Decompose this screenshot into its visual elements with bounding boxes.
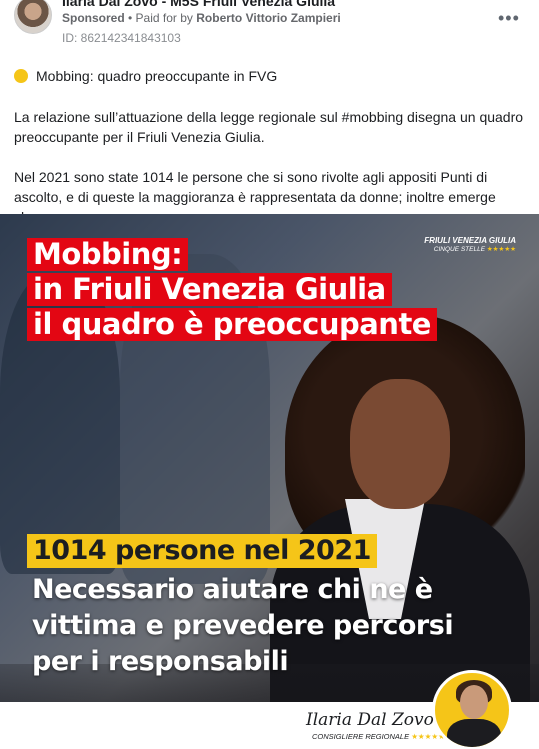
title-line-3: il quadro è preoccupante: [27, 308, 437, 341]
sponsored-label: Sponsored: [62, 11, 125, 25]
title-line-1: Mobbing:: [27, 238, 189, 271]
payer-name[interactable]: Roberto Vittorio Zampieri: [196, 11, 340, 25]
paid-for-prefix: Paid for by: [135, 11, 197, 25]
signature-role: CONSIGLIERE REGIONALE ★★★★★: [312, 732, 445, 741]
meta-separator: •: [124, 11, 136, 25]
creative-message: Necessario aiutare chi ne è vittima e pr…: [32, 574, 454, 677]
signature-name: Ilaria Dal Zovo: [306, 710, 434, 730]
brand-stars: ★★★★★: [486, 246, 516, 253]
headline-text: Mobbing: quadro preoccupante in FVG: [36, 68, 278, 84]
author-name[interactable]: Ilaria Dal Zovo - M5S Friuli Venezia Giu…: [62, 0, 335, 9]
author-avatar[interactable]: [14, 0, 52, 34]
ad-creative-image[interactable]: Mobbing: in Friuli Venezia Giulia il qua…: [0, 214, 539, 749]
post-meta: Sponsored • Paid for by Roberto Vittorio…: [62, 11, 341, 25]
woman-face: [350, 379, 450, 509]
role-text: CONSIGLIERE REGIONALE: [312, 732, 410, 741]
brand-name: FRIULI VENEZIA GIULIA: [424, 236, 516, 245]
brand-sub-text: CINQUE STELLE: [433, 246, 486, 253]
post-paragraph-1: La relazione sull’attuazione della legge…: [14, 109, 524, 145]
brand-logo: FRIULI VENEZIA GIULIA CINQUE STELLE ★★★★…: [420, 236, 516, 253]
portrait-head: [460, 685, 488, 719]
stat-highlight: 1014 persone nel 2021: [27, 534, 377, 568]
post-headline: Mobbing: quadro preoccupante in FVG: [14, 68, 277, 84]
portrait-body: [447, 719, 501, 747]
ad-id: ID: 862142341843103: [62, 31, 181, 45]
post-header: Ilaria Dal Zovo - M5S Friuli Venezia Giu…: [0, 0, 539, 50]
ellipsis-icon[interactable]: •••: [498, 8, 520, 29]
title-line-2: in Friuli Venezia Giulia: [27, 273, 392, 306]
creative-title: Mobbing: in Friuli Venezia Giulia il qua…: [27, 238, 437, 343]
brand-subtitle: CINQUE STELLE ★★★★★: [420, 245, 516, 253]
councillor-portrait: [432, 670, 512, 749]
yellow-circle-icon: [14, 69, 28, 83]
